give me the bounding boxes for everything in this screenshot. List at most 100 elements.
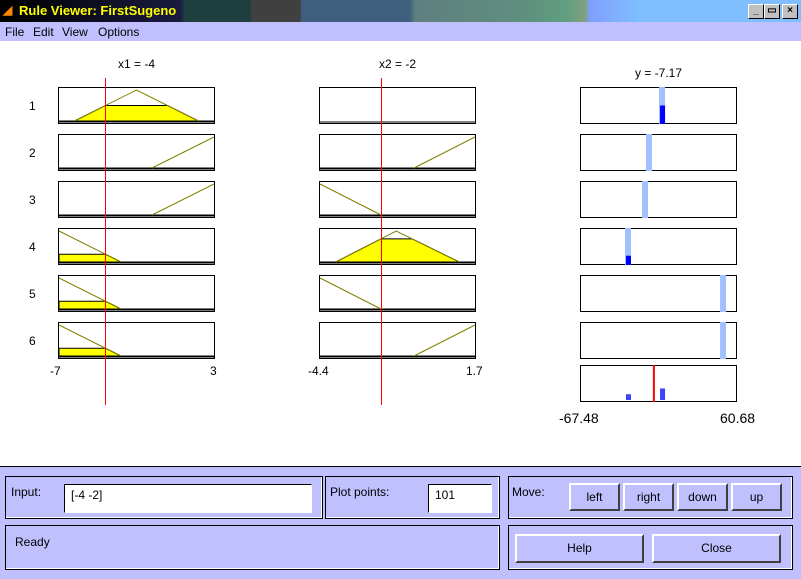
- x2-min-label: -4.4: [308, 364, 329, 378]
- output-bar-firing: [660, 105, 666, 124]
- x1-label: x1 = -4: [117, 57, 156, 71]
- mf-svg: [319, 136, 476, 170]
- input-mf-plot[interactable]: [58, 134, 215, 171]
- input-mf-plot[interactable]: [58, 322, 215, 359]
- mf-svg: [58, 183, 215, 217]
- move-up-button[interactable]: up: [731, 483, 782, 511]
- status-panel: Ready: [5, 525, 500, 570]
- y-max-label: 60.68: [720, 410, 756, 426]
- rule-number: 3: [29, 193, 36, 207]
- aggregate-svg: [625, 365, 666, 402]
- aggregate-output-plot[interactable]: [580, 365, 737, 402]
- input-mf-plot[interactable]: [58, 228, 215, 265]
- input-mf-plot[interactable]: [58, 87, 215, 124]
- mf-svg: [58, 230, 215, 264]
- rule-number: 5: [29, 287, 36, 301]
- output-svg: [645, 134, 652, 171]
- mf-curve: [319, 277, 382, 310]
- input-mf-plot[interactable]: [319, 134, 476, 171]
- close-button[interactable]: Close: [652, 534, 781, 563]
- close-window-button[interactable]: ×: [782, 4, 798, 19]
- control-panel: Input: [-4 -2] Plot points: 101 Move: le…: [0, 466, 801, 579]
- rule-number: 1: [29, 99, 36, 113]
- move-left-button[interactable]: left: [569, 483, 620, 511]
- output-bar-light: [720, 322, 727, 359]
- mf-svg: [319, 183, 476, 217]
- input-mf-plot[interactable]: [58, 181, 215, 218]
- mf-curve: [151, 136, 215, 169]
- mf-svg: [319, 324, 476, 358]
- input-mf-plot[interactable]: [319, 87, 476, 124]
- menu-file[interactable]: File: [5, 25, 24, 39]
- mf-svg: [319, 277, 476, 311]
- input-index-line[interactable]: [380, 78, 382, 405]
- move-panel: Move: left right down up: [508, 476, 793, 519]
- mf-svg: [58, 324, 215, 358]
- input-index-line[interactable]: [105, 78, 107, 405]
- aggregate-bar: [660, 388, 666, 400]
- menu-options[interactable]: Options: [98, 25, 139, 39]
- output-svg: [720, 322, 727, 359]
- matlab-logo-icon: ◢: [3, 3, 13, 17]
- x2-label: x2 = -2: [378, 57, 417, 71]
- mf-fill: [59, 105, 214, 122]
- output-bar-light: [642, 181, 649, 218]
- output-plot[interactable]: [580, 228, 737, 265]
- input-mf-plot[interactable]: [319, 228, 476, 265]
- move-down-button[interactable]: down: [677, 483, 728, 511]
- window-title: Rule Viewer: FirstSugeno: [19, 3, 177, 18]
- output-bar-light: [645, 134, 652, 171]
- mf-svg: [58, 89, 215, 123]
- plot-points-panel: Plot points: 101: [325, 476, 500, 519]
- plot-points-field[interactable]: 101: [428, 484, 492, 513]
- input-field[interactable]: [-4 -2]: [64, 484, 312, 513]
- mf-svg: [319, 230, 476, 264]
- help-button[interactable]: Help: [515, 534, 644, 563]
- mf-svg: [319, 121, 476, 123]
- status-text: Ready: [15, 535, 50, 549]
- output-svg: [624, 228, 631, 265]
- mf-fill: [58, 347, 214, 357]
- move-right-button[interactable]: right: [623, 483, 674, 511]
- x1-max-label: 3: [210, 364, 217, 378]
- mf-curve: [319, 183, 382, 216]
- aggregate-bar: [625, 394, 631, 400]
- output-bar-firing: [625, 255, 631, 265]
- output-plot[interactable]: [580, 322, 737, 359]
- rule-number: 4: [29, 240, 36, 254]
- y-label: y = -7.17: [634, 66, 683, 80]
- mf-curve: [151, 183, 215, 216]
- plot-points-label: Plot points:: [330, 485, 390, 499]
- mf-svg: [58, 136, 215, 170]
- input-mf-plot[interactable]: [319, 275, 476, 312]
- menu-view[interactable]: View: [62, 25, 88, 39]
- rule-number: 6: [29, 334, 36, 348]
- restore-button[interactable]: ▭: [764, 4, 780, 19]
- output-plot[interactable]: [580, 87, 737, 124]
- mf-fill: [58, 300, 214, 310]
- title-bar: ◢ Rule Viewer: FirstSugeno _ ▭ ×: [0, 0, 801, 22]
- mf-fill: [58, 253, 214, 263]
- move-label: Move:: [512, 485, 545, 499]
- rule-number: 2: [29, 146, 36, 160]
- input-mf-plot[interactable]: [319, 322, 476, 359]
- output-svg: [659, 87, 666, 124]
- output-plot[interactable]: [580, 134, 737, 171]
- output-plot[interactable]: [580, 275, 737, 312]
- y-min-label: -67.48: [559, 410, 599, 426]
- minimize-button[interactable]: _: [748, 4, 764, 19]
- mf-curve: [413, 324, 476, 357]
- x2-max-label: 1.7: [466, 364, 483, 378]
- output-svg: [642, 181, 649, 218]
- menu-edit[interactable]: Edit: [33, 25, 54, 39]
- mf-svg: [58, 277, 215, 311]
- output-bar-light: [720, 275, 727, 312]
- input-mf-plot[interactable]: [319, 181, 476, 218]
- mf-curve: [413, 136, 476, 169]
- menu-bar: File Edit View Options: [0, 22, 801, 41]
- help-close-panel: Help Close: [508, 525, 793, 570]
- output-plot[interactable]: [580, 181, 737, 218]
- x1-min-label: -7: [50, 364, 61, 378]
- input-label: Input:: [11, 485, 42, 499]
- input-mf-plot[interactable]: [58, 275, 215, 312]
